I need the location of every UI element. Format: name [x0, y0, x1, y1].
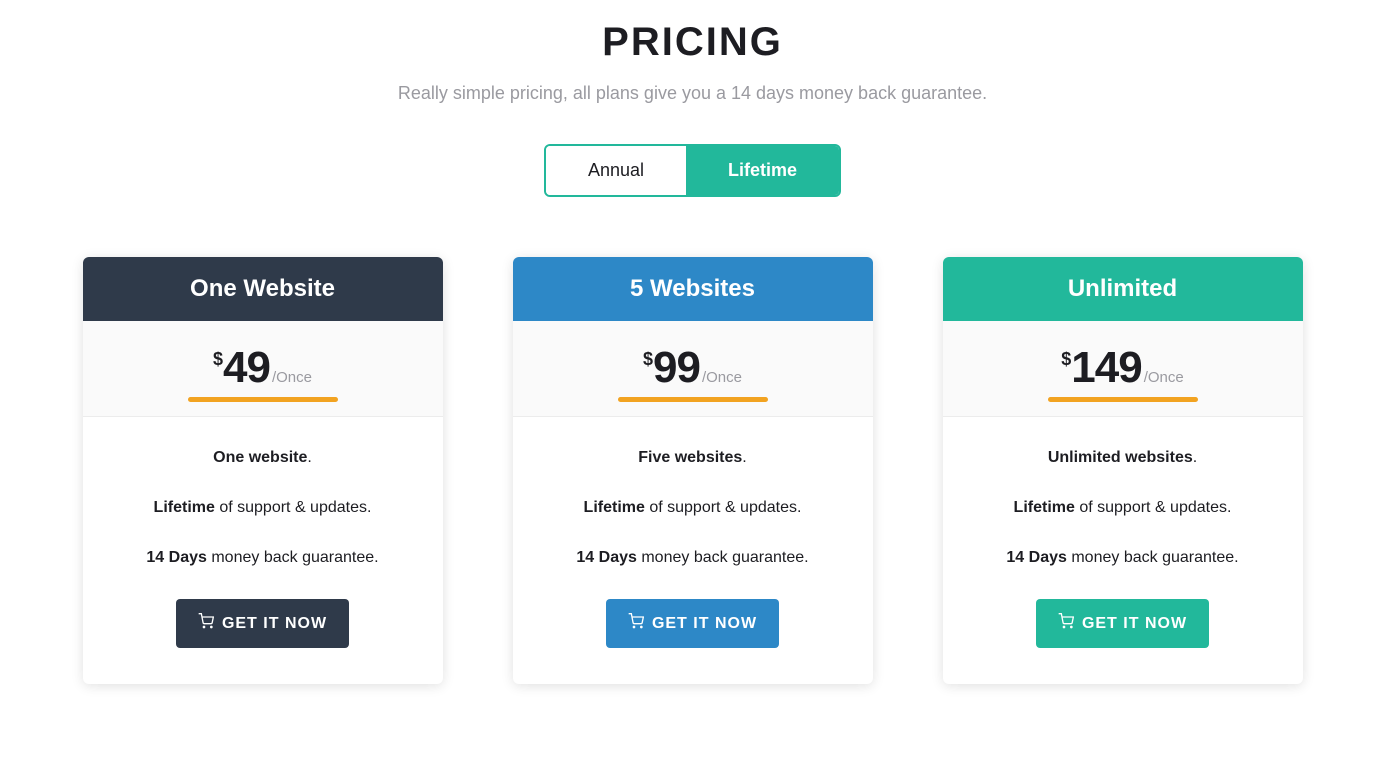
currency-symbol: $: [213, 349, 223, 369]
toggle-option-annual[interactable]: Annual: [546, 146, 686, 195]
price-period: /Once: [272, 369, 312, 386]
cta-label: GET IT NOW: [1082, 615, 1187, 633]
price-amount: 149: [1071, 343, 1141, 392]
feature-item: Lifetime of support & updates.: [533, 499, 853, 517]
price-period: /Once: [702, 369, 742, 386]
get-it-now-button[interactable]: GET IT NOW: [1036, 599, 1209, 648]
price-block: $149/Once: [943, 321, 1303, 417]
feature-item: Unlimited websites.: [963, 449, 1283, 467]
plan-name: Unlimited: [943, 257, 1303, 321]
cta-label: GET IT NOW: [652, 615, 757, 633]
feature-item: Lifetime of support & updates.: [963, 499, 1283, 517]
feature-item: 14 Days money back guarantee.: [103, 549, 423, 567]
billing-toggle: AnnualLifetime: [544, 144, 841, 197]
pricing-card: 5 Websites$99/OnceFive websites.Lifetime…: [513, 257, 873, 684]
price-period: /Once: [1144, 369, 1184, 386]
price-block: $99/Once: [513, 321, 873, 417]
cart-icon: [198, 613, 214, 634]
cart-icon: [628, 613, 644, 634]
feature-item: Lifetime of support & updates.: [103, 499, 423, 517]
get-it-now-button[interactable]: GET IT NOW: [606, 599, 779, 648]
price-underline: [1048, 397, 1198, 402]
get-it-now-button[interactable]: GET IT NOW: [176, 599, 349, 648]
pricing-cards: One Website$49/OnceOne website.Lifetime …: [43, 257, 1343, 684]
toggle-option-lifetime[interactable]: Lifetime: [686, 146, 839, 195]
feature-list: Unlimited websites. Lifetime of support &…: [943, 417, 1303, 684]
feature-item: Five websites.: [533, 449, 853, 467]
page-subtitle: Really simple pricing, all plans give yo…: [43, 83, 1343, 104]
feature-item: One website.: [103, 449, 423, 467]
feature-item: 14 Days money back guarantee.: [533, 549, 853, 567]
feature-list: One website. Lifetime of support & update…: [83, 417, 443, 684]
price-block: $49/Once: [83, 321, 443, 417]
price-amount: 49: [223, 343, 270, 392]
price-underline: [188, 397, 338, 402]
cart-icon: [1058, 613, 1074, 634]
plan-name: 5 Websites: [513, 257, 873, 321]
feature-list: Five websites. Lifetime of support & upda…: [513, 417, 873, 684]
currency-symbol: $: [1061, 349, 1071, 369]
page-title: PRICING: [43, 20, 1343, 65]
plan-name: One Website: [83, 257, 443, 321]
currency-symbol: $: [643, 349, 653, 369]
pricing-card: Unlimited$149/OnceUnlimited websites.Lif…: [943, 257, 1303, 684]
pricing-card: One Website$49/OnceOne website.Lifetime …: [83, 257, 443, 684]
cta-label: GET IT NOW: [222, 615, 327, 633]
feature-item: 14 Days money back guarantee.: [963, 549, 1283, 567]
price-underline: [618, 397, 768, 402]
price-amount: 99: [653, 343, 700, 392]
